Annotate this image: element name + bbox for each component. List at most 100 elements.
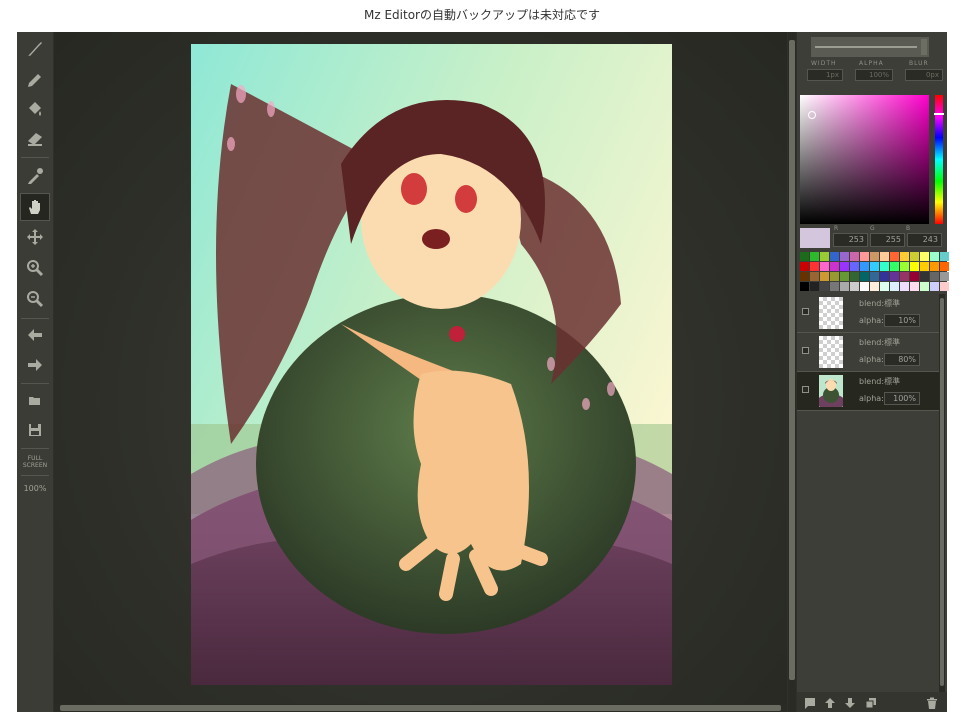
width-field[interactable]: 1px xyxy=(807,69,843,81)
horizontal-scroll-thumb[interactable] xyxy=(60,705,781,711)
palette-swatch[interactable] xyxy=(900,252,909,261)
palette-swatch[interactable] xyxy=(890,262,899,271)
new-layer-button[interactable] xyxy=(803,695,817,709)
palette-swatch[interactable] xyxy=(870,252,879,261)
canvas-workspace[interactable] xyxy=(54,32,787,704)
palette-swatch[interactable] xyxy=(940,282,949,291)
palette-swatch[interactable] xyxy=(800,272,809,281)
palette-swatch[interactable] xyxy=(840,282,849,291)
duplicate-layer-button[interactable] xyxy=(864,695,878,709)
palette-swatch[interactable] xyxy=(890,282,899,291)
layer-scroll-thumb[interactable] xyxy=(940,298,944,686)
bucket-tool[interactable] xyxy=(20,95,50,123)
palette-swatch[interactable] xyxy=(800,252,809,261)
open-button[interactable] xyxy=(20,386,50,414)
red-value-field[interactable]: 253 xyxy=(833,233,868,247)
palette-swatch[interactable] xyxy=(910,272,919,281)
palette-swatch[interactable] xyxy=(890,252,899,261)
vertical-scrollbar[interactable] xyxy=(788,32,796,712)
alpha-field[interactable]: 100% xyxy=(855,69,893,81)
brush-preview[interactable] xyxy=(811,37,929,57)
palette-swatch[interactable] xyxy=(940,262,949,271)
palette-swatch[interactable] xyxy=(830,262,839,271)
save-button[interactable] xyxy=(20,416,50,444)
hue-slider-marker[interactable] xyxy=(934,113,944,115)
palette-swatch[interactable] xyxy=(850,282,859,291)
palette-swatch[interactable] xyxy=(900,262,909,271)
hand-tool[interactable] xyxy=(20,193,50,221)
palette-swatch[interactable] xyxy=(830,252,839,261)
palette-swatch[interactable] xyxy=(830,272,839,281)
green-value-field[interactable]: 255 xyxy=(870,233,905,247)
layer-blend-mode[interactable]: blend:標準 xyxy=(859,376,900,387)
palette-swatch[interactable] xyxy=(880,282,889,291)
layer-row[interactable]: blend:標準 alpha: 10% xyxy=(797,294,941,333)
palette-swatch[interactable] xyxy=(920,252,929,261)
palette-swatch[interactable] xyxy=(830,282,839,291)
move-layer-up-button[interactable] xyxy=(823,695,837,709)
palette-swatch[interactable] xyxy=(920,282,929,291)
move-layer-down-button[interactable] xyxy=(843,695,857,709)
palette-swatch[interactable] xyxy=(810,272,819,281)
palette-swatch[interactable] xyxy=(860,272,869,281)
layer-blend-mode[interactable]: blend:標準 xyxy=(859,337,900,348)
palette-swatch[interactable] xyxy=(890,272,899,281)
palette-swatch[interactable] xyxy=(860,262,869,271)
pencil-tool[interactable] xyxy=(20,65,50,93)
palette-swatch[interactable] xyxy=(910,282,919,291)
palette-swatch[interactable] xyxy=(930,262,939,271)
move-tool[interactable] xyxy=(20,223,50,251)
palette-swatch[interactable] xyxy=(910,262,919,271)
brush-preview-knob[interactable] xyxy=(921,39,927,55)
layer-alpha-field[interactable]: 100% xyxy=(884,392,920,405)
layer-row[interactable]: blend:標準 alpha: 100% xyxy=(797,372,941,411)
palette-swatch[interactable] xyxy=(810,262,819,271)
layer-alpha-field[interactable]: 10% xyxy=(884,314,920,327)
zoom-in-tool[interactable] xyxy=(20,254,50,282)
palette-swatch[interactable] xyxy=(930,282,939,291)
palette-swatch[interactable] xyxy=(840,252,849,261)
blur-field[interactable]: 0px xyxy=(905,69,943,81)
palette-swatch[interactable] xyxy=(820,282,829,291)
palette-swatch[interactable] xyxy=(820,272,829,281)
palette-swatch[interactable] xyxy=(920,262,929,271)
palette-swatch[interactable] xyxy=(870,262,879,271)
brush-tool[interactable] xyxy=(20,35,50,63)
palette-swatch[interactable] xyxy=(840,262,849,271)
palette-swatch[interactable] xyxy=(860,282,869,291)
drawing-canvas[interactable] xyxy=(191,44,672,685)
horizontal-scrollbar[interactable] xyxy=(54,704,787,712)
color-saturation-picker[interactable] xyxy=(800,95,929,224)
palette-swatch[interactable] xyxy=(820,262,829,271)
redo-button[interactable] xyxy=(20,351,50,379)
palette-swatch[interactable] xyxy=(880,252,889,261)
eraser-tool[interactable] xyxy=(20,125,50,153)
palette-swatch[interactable] xyxy=(800,262,809,271)
palette-swatch[interactable] xyxy=(900,272,909,281)
layer-alpha-field[interactable]: 80% xyxy=(884,353,920,366)
layer-visibility-checkbox[interactable] xyxy=(802,308,809,315)
palette-swatch[interactable] xyxy=(840,272,849,281)
palette-swatch[interactable] xyxy=(940,252,949,261)
blue-value-field[interactable]: 243 xyxy=(907,233,942,247)
palette-swatch[interactable] xyxy=(930,252,939,261)
fullscreen-button[interactable]: FULL SCREEN xyxy=(17,455,53,469)
palette-swatch[interactable] xyxy=(810,282,819,291)
palette-swatch[interactable] xyxy=(870,272,879,281)
palette-swatch[interactable] xyxy=(860,252,869,261)
layer-blend-mode[interactable]: blend:標準 xyxy=(859,298,900,309)
palette-swatch[interactable] xyxy=(880,272,889,281)
undo-button[interactable] xyxy=(20,321,50,349)
palette-swatch[interactable] xyxy=(900,282,909,291)
vertical-scroll-thumb[interactable] xyxy=(789,40,795,680)
zoom-out-tool[interactable] xyxy=(20,285,50,313)
palette-swatch[interactable] xyxy=(940,272,949,281)
palette-swatch[interactable] xyxy=(880,262,889,271)
palette-swatch[interactable] xyxy=(850,262,859,271)
delete-layer-button[interactable] xyxy=(925,695,939,709)
palette-swatch[interactable] xyxy=(920,272,929,281)
eyedropper-tool[interactable] xyxy=(20,162,50,190)
palette-swatch[interactable] xyxy=(800,282,809,291)
palette-swatch[interactable] xyxy=(850,252,859,261)
hue-slider[interactable] xyxy=(934,95,944,224)
